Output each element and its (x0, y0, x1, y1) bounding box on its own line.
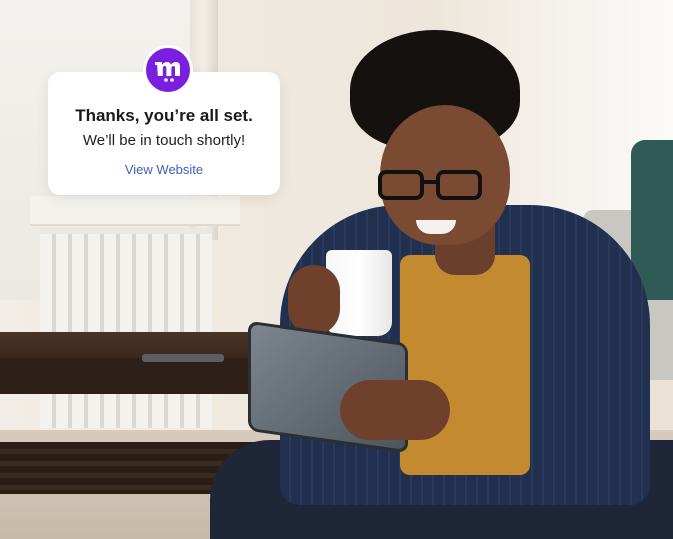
glasses-lens-right (436, 170, 482, 200)
hand-holding-mug (288, 265, 340, 335)
radiator (40, 228, 212, 428)
glasses (378, 170, 490, 204)
confirmation-subtitle: We’ll be in touch shortly! (82, 132, 246, 149)
brand-m-logo-glyph (155, 62, 180, 82)
sweater (400, 255, 530, 475)
confirmation-title: Thanks, you’re all set. (75, 106, 253, 125)
glasses-lens-left (378, 170, 424, 200)
view-website-link[interactable]: View Website (48, 162, 280, 177)
background-photo: Thanks, you’re all set. We’ll be in touc… (0, 0, 673, 539)
brand-m-logo-icon (143, 45, 193, 95)
hand-holding-tablet (340, 380, 450, 440)
